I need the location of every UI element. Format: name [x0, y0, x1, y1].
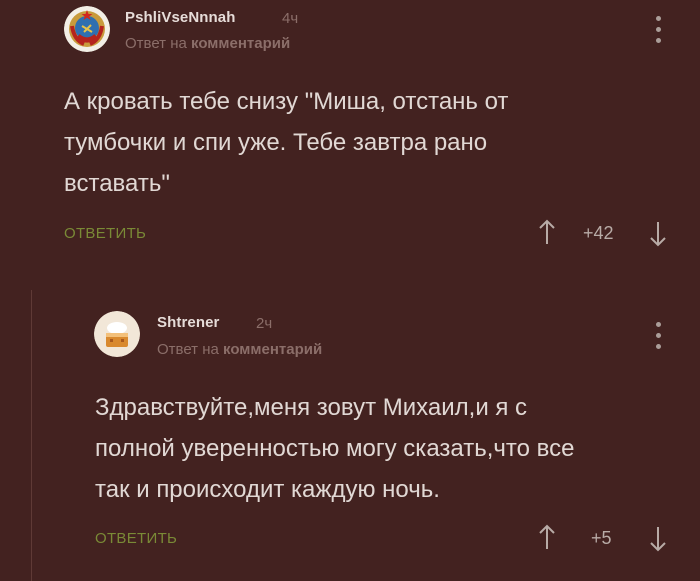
timestamp: 4ч: [282, 10, 299, 27]
arrow-down-icon[interactable]: [649, 526, 667, 552]
comment-text-line: Здравствуйте,меня зовут Михаил,и я с: [95, 394, 528, 421]
comment-text-line: тумбочки и спи уже. Тебе завтра рано: [64, 129, 488, 156]
arrow-up-icon[interactable]: [538, 219, 556, 245]
more-vertical-icon[interactable]: [654, 322, 662, 352]
vote-score: +42: [583, 223, 614, 243]
arrow-up-icon[interactable]: [538, 524, 556, 550]
comment-text-line: вставать": [64, 170, 170, 197]
reply-to-link[interactable]: комментарий: [191, 35, 290, 52]
comment-text: Здравствуйте,меня зовут Михаил,и я с пол…: [95, 387, 574, 510]
arrow-down-icon[interactable]: [649, 221, 667, 247]
comment-text-line: полной уверенностью могу сказать,что все: [95, 435, 575, 462]
reply-to-prefix: Ответ на: [125, 35, 187, 52]
timestamp: 2ч: [256, 315, 273, 332]
avatar[interactable]: [64, 6, 110, 52]
reply-to-link[interactable]: комментарий: [223, 341, 322, 358]
username[interactable]: Shtrener: [157, 314, 220, 331]
comment-text-line: А кровать тебе снизу "Миша, отстань от: [64, 88, 509, 115]
thread-line: [31, 290, 32, 581]
vote-score: +5: [591, 528, 612, 548]
reply-to-line: Ответ на комментарий: [125, 35, 290, 52]
reply-to-prefix: Ответ на: [157, 341, 219, 358]
username[interactable]: PshliVseNnnah: [125, 9, 236, 26]
cake-avatar: [94, 311, 140, 357]
more-vertical-icon[interactable]: [654, 16, 662, 46]
reply-to-line: Ответ на комментарий: [157, 341, 322, 358]
ussr-emblem-avatar: [64, 6, 110, 52]
avatar[interactable]: [94, 311, 140, 357]
reply-button[interactable]: ОТВЕТИТЬ: [95, 530, 177, 547]
comment-text: А кровать тебе снизу "Миша, отстань от т…: [64, 81, 508, 204]
comment-text-line: так и происходит каждую ночь.: [95, 476, 440, 503]
reply-button[interactable]: ОТВЕТИТЬ: [64, 225, 146, 242]
